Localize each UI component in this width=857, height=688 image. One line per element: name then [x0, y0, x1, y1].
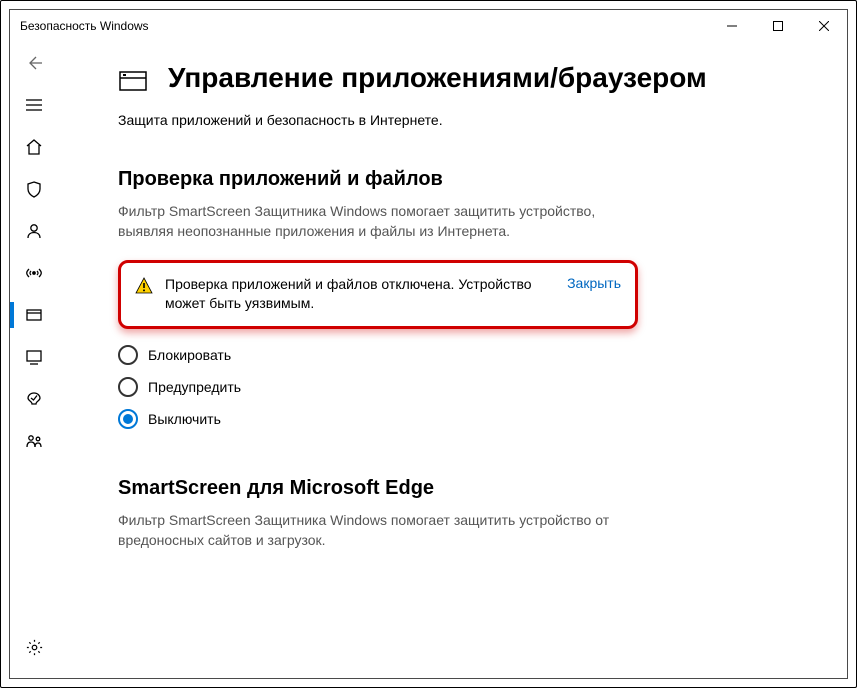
radio-group: Блокировать Предупредить Выключить [118, 345, 638, 429]
page-title: Управление приложениями/браузером [168, 60, 707, 95]
settings-button[interactable] [10, 626, 58, 668]
minimize-button[interactable] [709, 10, 755, 42]
radio-warn[interactable]: Предупредить [118, 377, 638, 397]
nav-home[interactable] [10, 126, 58, 168]
section-desc: Фильтр SmartScreen Защитника Windows пом… [118, 510, 638, 551]
window-title: Безопасность Windows [20, 19, 709, 33]
window-controls [709, 10, 847, 42]
menu-button[interactable] [10, 84, 58, 126]
section-app-file-check: Проверка приложений и файлов Фильтр Smar… [118, 168, 638, 429]
nav-virus-protection[interactable] [10, 168, 58, 210]
section-title: Проверка приложений и файлов [118, 168, 638, 191]
content: Управление приложениями/браузером Защита… [58, 42, 847, 678]
section-desc: Фильтр SmartScreen Защитника Windows пом… [118, 201, 638, 242]
radio-label: Выключить [148, 411, 221, 427]
radio-label: Блокировать [148, 347, 231, 363]
nav-account-protection[interactable] [10, 210, 58, 252]
nav-device-security[interactable] [10, 336, 58, 378]
maximize-button[interactable] [755, 10, 801, 42]
nav-app-browser-control[interactable] [10, 294, 58, 336]
section-smartscreen-edge: SmartScreen для Microsoft Edge Фильтр Sm… [118, 477, 638, 551]
titlebar: Безопасность Windows [10, 10, 847, 42]
radio-block[interactable]: Блокировать [118, 345, 638, 365]
nav-device-performance[interactable] [10, 378, 58, 420]
warning-box: Проверка приложений и файлов отключена. … [118, 260, 638, 329]
sidebar [10, 42, 58, 678]
radio-label: Предупредить [148, 379, 241, 395]
page-icon [118, 66, 150, 98]
warning-text: Проверка приложений и файлов отключена. … [165, 275, 547, 314]
back-button[interactable] [10, 42, 58, 84]
close-button[interactable] [801, 10, 847, 42]
page-subtitle: Защита приложений и безопасность в Интер… [118, 112, 807, 128]
section-title: SmartScreen для Microsoft Edge [118, 477, 638, 500]
nav-firewall[interactable] [10, 252, 58, 294]
window: Безопасность Windows [9, 9, 848, 679]
dismiss-link[interactable]: Закрыть [567, 275, 621, 291]
warning-icon [135, 277, 153, 295]
nav-family-options[interactable] [10, 420, 58, 462]
radio-off[interactable]: Выключить [118, 409, 638, 429]
